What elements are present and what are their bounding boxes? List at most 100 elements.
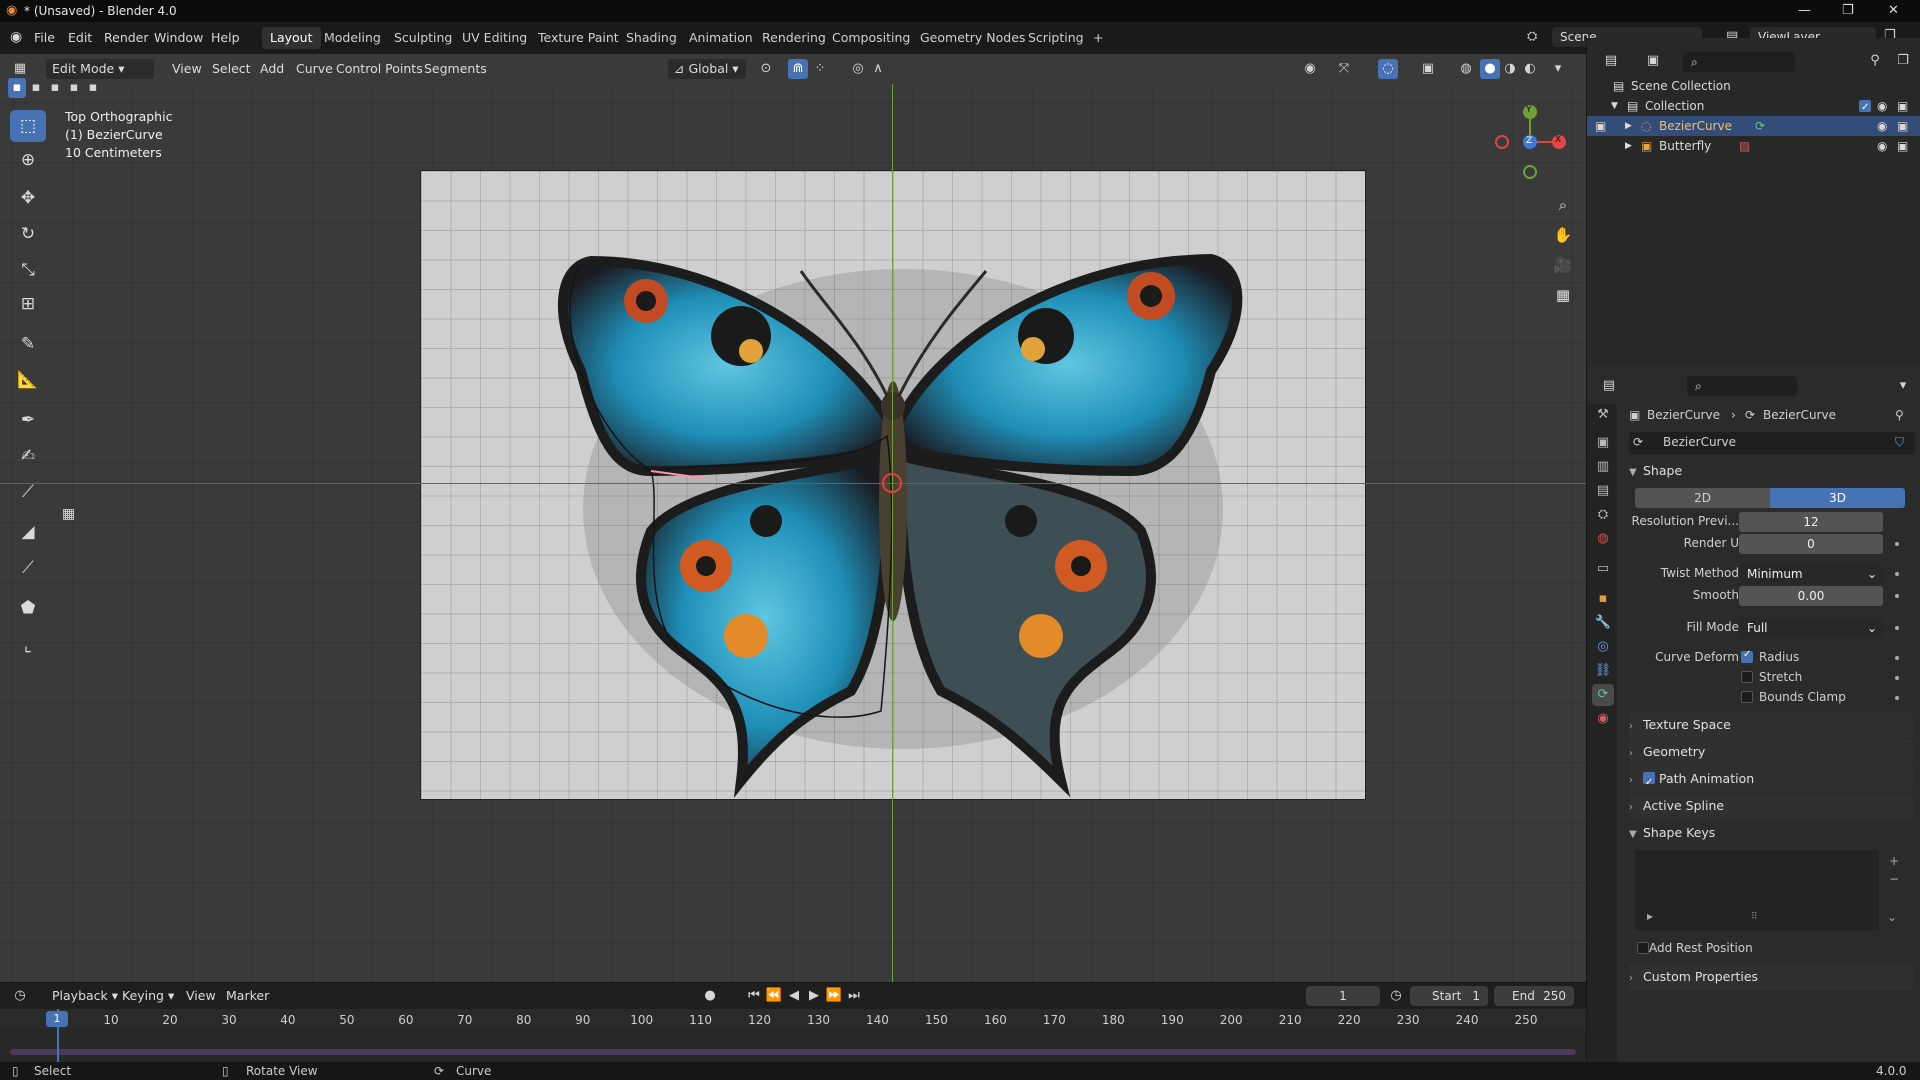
tab-rendering[interactable]: Rendering — [754, 27, 834, 49]
tab-shading[interactable]: Shading — [618, 27, 685, 49]
properties-search-input[interactable]: ⌕ — [1687, 376, 1797, 396]
gizmo-icon[interactable]: ⤧ — [1334, 59, 1354, 79]
menu-render[interactable]: Render — [104, 30, 149, 45]
timeline-editor-icon[interactable]: ◷ — [10, 986, 30, 1006]
menu-file[interactable]: File — [34, 30, 55, 45]
camera-icon[interactable]: ▣ — [1897, 116, 1908, 136]
pen-tool-icon[interactable]: ✍ — [10, 440, 46, 472]
remove-shape-key-icon[interactable]: − — [1889, 872, 1899, 886]
fill-mode-dropdown[interactable]: Full ⌄ — [1739, 618, 1883, 638]
timeline-marker-menu[interactable]: Marker — [220, 986, 275, 1006]
select-extend-icon[interactable]: ▪ — [27, 78, 45, 98]
filter-icon[interactable]: ⚲ — [1865, 51, 1885, 71]
smooth-field[interactable]: 0.00 — [1739, 586, 1883, 606]
tab-layout[interactable]: Layout — [262, 27, 321, 49]
shading-solid-icon[interactable]: ● — [1480, 59, 1500, 79]
pan-hand-icon[interactable]: ✋ — [1550, 222, 1576, 248]
select-box-tool-icon[interactable]: ⬚ — [10, 110, 46, 142]
viewport-menu-select[interactable]: Select — [206, 59, 257, 79]
render-tab-icon[interactable]: ▣ — [1592, 432, 1614, 454]
shape-keys-section-header[interactable]: ▼ Shape Keys — [1629, 820, 1913, 846]
add-shape-key-icon[interactable]: + — [1889, 854, 1899, 868]
scene-tab-icon[interactable]: ⛭ — [1592, 504, 1614, 526]
tool-tab-icon[interactable]: ⚒ — [1592, 404, 1614, 426]
outliner-collection[interactable]: ▼ ▤ Collection ◉ ▣ — [1587, 96, 1920, 118]
tab-uv-editing[interactable]: UV Editing — [454, 27, 535, 49]
custom-properties-section-header[interactable]: › Custom Properties — [1629, 964, 1913, 990]
geometry-section-header[interactable]: › Geometry — [1629, 739, 1913, 765]
visibility-icon[interactable]: ◉ — [1300, 59, 1320, 79]
edit-mode-icon[interactable]: ▣ — [1595, 116, 1606, 136]
eye-icon[interactable]: ◉ — [1877, 96, 1887, 116]
output-tab-icon[interactable]: ▥ — [1592, 456, 1614, 478]
snap-icon[interactable]: ⋒ — [788, 59, 808, 79]
camera-icon[interactable]: ▣ — [1897, 96, 1908, 116]
move-tool-icon[interactable]: ✥ — [10, 182, 46, 214]
falloff-icon[interactable]: ∧ — [868, 59, 888, 79]
render-u-field[interactable]: 0 — [1739, 534, 1883, 554]
draw-tool-icon[interactable]: ✒ — [10, 404, 46, 436]
play-icon[interactable]: ▶ — [804, 986, 824, 1006]
xray-toggle-icon[interactable]: ▣ — [1418, 59, 1438, 79]
3d-viewport[interactable]: ▦ Edit Mode ▾ View Select Add Curve Cont… — [0, 54, 1586, 982]
outliner-item-butterfly[interactable]: ▶ ▣ Butterfly ▨ ◉ ▣ — [1587, 136, 1920, 156]
end-frame-field[interactable]: End 250 — [1494, 986, 1574, 1006]
blender-menu-icon[interactable]: ◉ — [10, 29, 22, 45]
active-spline-section-header[interactable]: › Active Spline — [1629, 793, 1913, 819]
modifiers-tab-icon[interactable]: 🔧 — [1592, 612, 1614, 634]
scale-tool-icon[interactable]: ⤡ — [10, 254, 46, 286]
current-frame-field[interactable]: 1 — [1306, 986, 1380, 1006]
preview-range-icon[interactable]: ◷ — [1386, 986, 1406, 1006]
stretch-checkbox[interactable] — [1741, 671, 1753, 683]
record-icon[interactable]: ● — [700, 986, 720, 1006]
mode-selector[interactable]: Edit Mode ▾ — [46, 59, 154, 79]
eye-icon[interactable]: ◉ — [1877, 116, 1887, 136]
shading-wireframe-icon[interactable]: ◍ — [1456, 59, 1476, 79]
outliner-scene-collection[interactable]: ▤ Scene Collection — [1587, 76, 1920, 96]
select-new-icon[interactable]: ▪ — [8, 78, 26, 98]
dimension-3d-button[interactable]: 3D — [1770, 488, 1905, 508]
add-workspace-button[interactable]: + — [1085, 27, 1111, 49]
menu-help[interactable]: Help — [211, 30, 240, 45]
radius-tool-icon[interactable]: ◢ — [10, 516, 46, 548]
collapse-arrow-icon[interactable]: ▼ — [1611, 96, 1618, 116]
shading-rendered-icon[interactable]: ◐ — [1520, 59, 1540, 79]
jump-end-icon[interactable]: ⏭ — [844, 986, 864, 1006]
jump-start-icon[interactable]: ⏮ — [744, 986, 764, 1006]
properties-options-icon[interactable]: ▾ — [1893, 376, 1913, 396]
tab-animation[interactable]: Animation — [681, 27, 761, 49]
select-intersect-icon[interactable]: ▪ — [84, 78, 102, 98]
world-tab-icon[interactable]: ◍ — [1592, 528, 1614, 550]
shading-material-icon[interactable]: ◑ — [1500, 59, 1520, 79]
shape-keys-list[interactable]: ▶ ⠿ — [1635, 850, 1879, 930]
path-animation-checkbox[interactable] — [1643, 770, 1655, 796]
dimension-2d-button[interactable]: 2D — [1635, 488, 1770, 508]
object-tab-icon[interactable]: ▪ — [1592, 588, 1614, 610]
tab-texture-paint[interactable]: Texture Paint — [530, 27, 627, 49]
ortho-toggle-icon[interactable]: ▦ — [1550, 282, 1576, 308]
menu-window[interactable]: Window — [154, 30, 203, 45]
outliner-search-input[interactable]: ⌕ — [1683, 52, 1795, 72]
keyframe-dot-icon[interactable] — [1895, 542, 1899, 546]
camera-icon[interactable]: ▣ — [1897, 136, 1908, 156]
pin-icon[interactable]: ⚲ — [1895, 408, 1904, 422]
cursor-tool-icon[interactable]: ⊕ — [10, 144, 46, 176]
timeline-ruler[interactable]: 1102030405060708090100110120130140150160… — [0, 1009, 1586, 1029]
close-icon[interactable]: ✕ — [1888, 3, 1899, 18]
proportional-edit-icon[interactable]: ◎ — [848, 59, 868, 79]
list-expand-icon[interactable]: ▶ — [1647, 912, 1653, 921]
jump-keyframe-back-icon[interactable]: ⏪ — [764, 986, 784, 1006]
extrude-tool-icon[interactable]: ⟋ — [10, 476, 46, 508]
tab-sculpting[interactable]: Sculpting — [386, 27, 460, 49]
bounds-clamp-checkbox[interactable] — [1741, 691, 1753, 703]
keyframe-dot-icon[interactable] — [1895, 656, 1899, 660]
editor-type-icon[interactable]: ▦ — [10, 59, 30, 79]
playhead-frame-indicator[interactable]: 1 — [46, 1011, 68, 1027]
jump-keyframe-forward-icon[interactable]: ⏩ — [824, 986, 844, 1006]
display-mode-icon[interactable]: ▣ — [1643, 51, 1663, 71]
play-reverse-icon[interactable]: ◀ — [784, 986, 804, 1006]
tab-geometry-nodes[interactable]: Geometry Nodes — [912, 27, 1033, 49]
snap-target-icon[interactable]: ⁘ — [810, 59, 830, 79]
3d-cursor-icon[interactable] — [882, 473, 902, 493]
path-animation-section-header[interactable]: › Path Animation — [1629, 766, 1913, 796]
